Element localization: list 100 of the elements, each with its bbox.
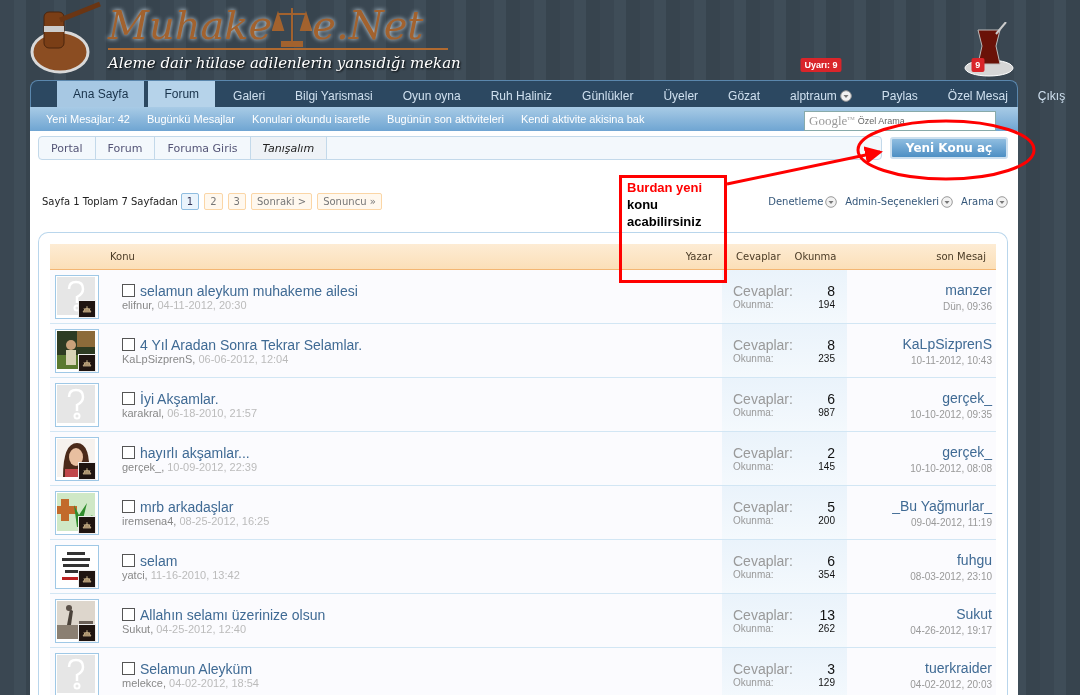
views-label: Okunma: xyxy=(733,353,775,364)
post-date: 08-25-2012, 16:25 xyxy=(179,514,270,527)
replies-count: 6 xyxy=(826,391,835,407)
tool-menu[interactable]: Denetleme xyxy=(768,195,838,208)
views-label: Okunma: xyxy=(733,407,775,418)
last-post-time: 10-11-2012, 10:43 xyxy=(911,354,992,366)
post-date: 04-25-2012, 12:40 xyxy=(156,622,247,635)
replies-label: Cevaplar: xyxy=(733,445,794,461)
nav-tab[interactable]: Üyeler xyxy=(649,85,713,107)
page-link[interactable]: 3 xyxy=(227,193,246,210)
replies-count: 2 xyxy=(826,445,835,461)
replies-count: 3 xyxy=(826,661,835,677)
scales-icon xyxy=(272,6,313,48)
checkbox[interactable] xyxy=(122,554,135,567)
nav-tab[interactable]: Galeri xyxy=(219,85,280,107)
breadcrumb-item[interactable]: Portal xyxy=(39,137,96,159)
last-poster[interactable]: _Bu Yağmurlar_ xyxy=(892,497,992,514)
replies-label: Cevaplar: xyxy=(733,553,794,569)
views-count: 987 xyxy=(818,407,835,418)
checkbox[interactable] xyxy=(122,284,135,297)
last-poster[interactable]: gerçek_ xyxy=(942,389,992,406)
topic-title[interactable]: 4 Yıl Aradan Sonra Tekrar Selamlar. xyxy=(140,336,363,353)
tool-menu[interactable]: Admin-Seçenekleri xyxy=(845,195,954,208)
last-poster[interactable]: gerçek_ xyxy=(942,443,992,460)
search-box[interactable]: Google$^{TM}$ Özel Arama xyxy=(804,111,996,131)
checkbox[interactable] xyxy=(122,338,135,351)
last-poster[interactable]: manzer xyxy=(945,281,992,298)
checkbox[interactable] xyxy=(122,662,135,675)
views-count: 145 xyxy=(818,461,835,472)
page-link[interactable]: 2 xyxy=(204,193,223,210)
page-summary: Sayfa 1 Toplam 7 Sayfadan xyxy=(42,196,178,207)
author-name[interactable]: karakral, xyxy=(122,406,165,419)
last-poster[interactable]: fuhgu xyxy=(956,551,992,568)
topic-title[interactable]: mrb arkadaşlar xyxy=(140,498,234,515)
nav-tab[interactable]: Bilgi Yarismasi xyxy=(281,85,387,107)
topic-title[interactable]: Allahın selamı üzerinize olsun xyxy=(140,606,326,623)
column-header: son Mesaj xyxy=(935,251,987,262)
nav-tab[interactable]: Ana Sayfa xyxy=(57,81,145,107)
tagline: Aleme dair hülase adilenlerin yansıdığı mekan xyxy=(108,54,461,72)
post-date: 10-09-2012, 22:39 xyxy=(167,460,258,473)
author-name[interactable]: gerçek_, xyxy=(122,460,165,473)
replies-count: 5 xyxy=(826,499,835,515)
column-header: Okunma xyxy=(794,251,837,262)
author-name[interactable]: elifnur, xyxy=(122,298,155,311)
views-label: Okunma: xyxy=(733,677,775,688)
author-name[interactable]: KaLpSizprenS, xyxy=(122,352,196,365)
checkbox[interactable] xyxy=(122,608,135,621)
nav-tab[interactable]: Forum xyxy=(148,81,216,107)
nav-tab[interactable]: Paylas xyxy=(867,85,932,107)
post-date: 06-18-2010, 21:57 xyxy=(167,406,258,419)
breadcrumb-item[interactable]: Tanışalım xyxy=(250,137,328,159)
replies-label: Cevaplar: xyxy=(733,661,794,677)
topic-title[interactable]: selamun aleykum muhakeme ailesi xyxy=(140,282,358,299)
page-link[interactable]: Sonuncu » xyxy=(317,193,382,210)
last-post-time: 10-10-2012, 09:35 xyxy=(910,408,992,420)
dropdown-icon xyxy=(996,195,1008,208)
topic-title[interactable]: hayırlı akşamlar... xyxy=(140,444,250,461)
nav-tab[interactable]: Çıkış xyxy=(1023,85,1080,107)
author-name[interactable]: yatci, xyxy=(122,568,148,581)
nav-tab[interactable]: Ruh Haliniz xyxy=(476,85,567,107)
checkbox[interactable] xyxy=(122,392,135,405)
replies-label: Cevaplar: xyxy=(733,499,794,515)
nav-tab[interactable]: Oyun oyna xyxy=(388,85,475,107)
replies-label: Cevaplar: xyxy=(733,391,794,407)
annotation-text: Burdan yeni xyxy=(627,179,704,196)
topic-title[interactable]: selam xyxy=(140,552,178,569)
topic-title[interactable]: İyi Akşamlar. xyxy=(140,390,219,407)
breadcrumb-item[interactable]: Foruma Giris xyxy=(155,137,251,159)
checkbox[interactable] xyxy=(122,446,135,459)
nav-tab[interactable]: Günlükler xyxy=(568,85,648,107)
replies-count: 8 xyxy=(826,337,835,353)
author-name[interactable]: melekce, xyxy=(122,676,167,689)
nav-tab[interactable]: Gözat xyxy=(714,85,775,107)
tool-menu[interactable]: Arama xyxy=(961,195,1008,208)
dropdown-icon xyxy=(941,195,954,208)
column-header: Cevaplar xyxy=(736,251,781,262)
views-count: 194 xyxy=(818,299,835,310)
last-poster[interactable]: tuerkraider xyxy=(925,659,992,676)
views-count: 235 xyxy=(818,353,835,364)
last-poster[interactable]: Sukut xyxy=(956,605,992,622)
author-name[interactable]: iremsena4, xyxy=(122,514,177,527)
notification-badge: Uyarı: 9 xyxy=(800,58,842,72)
notification-badge: 9 xyxy=(971,58,985,72)
post-date: 06-06-2012, 12:04 xyxy=(198,352,289,365)
last-post-time: 08-03-2012, 23:10 xyxy=(910,570,992,582)
page-link[interactable]: 1 xyxy=(180,193,200,210)
last-post-time: 09-04-2012, 11:19 xyxy=(911,516,992,528)
last-post-time: 10-10-2012, 08:08 xyxy=(910,462,992,474)
logo-text: Muhake xyxy=(108,2,273,48)
replies-label: Cevaplar: xyxy=(733,337,794,353)
last-poster[interactable]: KaLpSizprenS xyxy=(902,335,992,352)
replies-count: 8 xyxy=(826,283,835,299)
topic-title[interactable]: Selamun Aleyküm xyxy=(140,660,253,677)
page-link[interactable]: Sonraki > xyxy=(251,193,313,210)
checkbox[interactable] xyxy=(122,500,135,513)
breadcrumb-item[interactable]: Forum xyxy=(95,137,156,159)
views-label: Okunma: xyxy=(733,299,775,310)
author-name[interactable]: Sukut, xyxy=(122,622,154,635)
post-date: 11-16-2010, 13:42 xyxy=(150,568,240,581)
search-logo: Google$^{TM}$ xyxy=(809,113,855,129)
